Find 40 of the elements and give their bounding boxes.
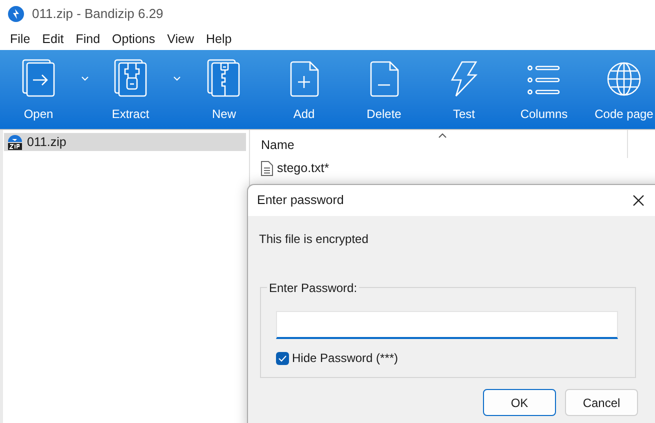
dialog-button[interactable]: OK: [483, 389, 556, 416]
menu-item[interactable]: Edit: [36, 30, 70, 48]
toolbar-button[interactable]: Extract: [92, 50, 169, 129]
lightning-icon: [450, 61, 478, 97]
menu-item[interactable]: Find: [70, 30, 106, 48]
toolbar-button[interactable]: Open: [0, 50, 77, 129]
document-arrow-icon: [22, 59, 56, 97]
chevron-down-icon: [80, 76, 88, 81]
chevron-down-icon: [172, 76, 180, 81]
column-header[interactable]: Name: [250, 130, 628, 158]
window-title: 011.zip - Bandizip 6.29: [32, 5, 164, 24]
globe-icon: [606, 61, 642, 97]
toolbar-button[interactable]: Delete: [344, 50, 424, 129]
menu-item[interactable]: Help: [200, 30, 238, 48]
text-file-icon: [261, 160, 273, 176]
toolbar-button[interactable]: Columns: [504, 50, 584, 129]
sort-caret-icon: [438, 133, 447, 138]
toolbar-button[interactable]: Add: [264, 50, 344, 129]
close-icon: [632, 195, 644, 206]
dialog-title: Enter password: [257, 192, 344, 210]
file-plus-icon: [289, 61, 319, 97]
dialog-button[interactable]: Cancel: [565, 389, 638, 416]
hide-password-checkbox[interactable]: Hide Password (***): [276, 349, 398, 367]
list-icon: [527, 63, 561, 97]
toolbar-button[interactable]: Test: [424, 50, 504, 129]
menu-item[interactable]: File: [4, 30, 36, 48]
menu-item[interactable]: Options: [106, 30, 162, 48]
checkmark-icon: [278, 354, 287, 362]
app-logo-icon: [8, 6, 24, 22]
zip-archive-icon: [7, 134, 23, 150]
zipper-file-icon: [114, 59, 148, 97]
dialog-message: This file is encrypted: [259, 231, 370, 248]
toolbar-button[interactable]: Code page: [584, 50, 655, 129]
password-field[interactable]: [276, 311, 618, 339]
zipper-file-icon: [207, 59, 241, 97]
tree-item[interactable]: 011.zip: [4, 133, 246, 151]
menu-item[interactable]: View: [161, 30, 200, 48]
file-minus-icon: [369, 61, 399, 97]
file-name: stego.txt*: [277, 160, 330, 177]
toolbar-button[interactable]: New: [184, 50, 264, 129]
